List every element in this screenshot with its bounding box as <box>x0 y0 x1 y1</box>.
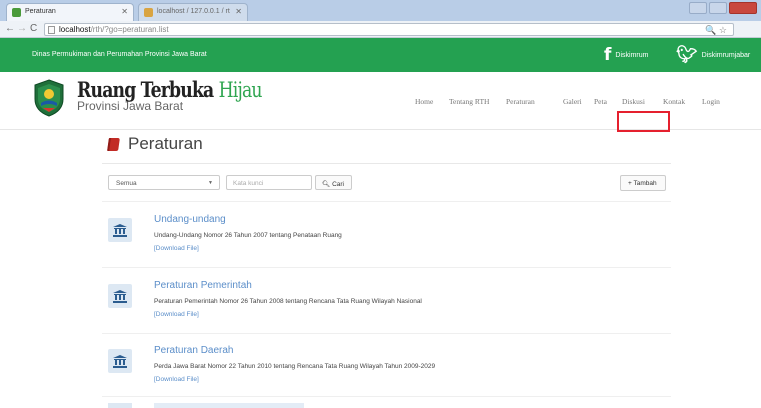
download-file-link[interactable]: [Download File] <box>154 376 199 383</box>
list-item: Peraturan Daerah Perda Jawa Barat Nomor … <box>102 339 671 401</box>
reload-icon[interactable]: C <box>30 23 37 35</box>
item-title-link[interactable]: Undang-undang <box>154 214 226 225</box>
window-controls <box>689 2 757 14</box>
item-title-link[interactable]: Peraturan Daerah <box>154 345 234 356</box>
brand-logo[interactable]: Ruang Terbuka Hijau Provinsi Jawa Barat <box>77 77 302 114</box>
list-divider <box>102 201 671 202</box>
book-icon <box>107 137 120 151</box>
add-button[interactable]: + Tambah <box>620 175 666 191</box>
browser-tab-strip: Peraturan ✕ localhost / 127.0.0.1 / rt ✕ <box>0 0 761 21</box>
search-button[interactable]: 🔍︎ Cari <box>315 175 352 190</box>
phpmyadmin-favicon-icon <box>144 8 153 17</box>
jawa-barat-emblem-icon[interactable] <box>33 79 65 117</box>
plus-icon: + <box>628 180 632 187</box>
facebook-link[interactable]: f Diskimrum <box>604 46 648 64</box>
forward-arrow-icon[interactable]: → <box>17 23 27 35</box>
nav-diskusi[interactable]: Diskusi <box>622 97 645 106</box>
nav-peta[interactable]: Peta <box>594 97 607 106</box>
url-host: localhost <box>59 25 91 34</box>
address-bar[interactable]: localhost/rth/?go=peraturan.list 🔍 ☆ <box>44 23 734 36</box>
item-description: Undang-Undang Nomor 26 Tahun 2007 tentan… <box>154 232 342 239</box>
institution-icon <box>108 349 132 373</box>
tab-label: localhost / 127.0.0.1 / rt <box>157 8 230 15</box>
back-arrow-icon[interactable]: ← <box>5 23 15 35</box>
site-favicon-icon <box>12 8 21 17</box>
page-icon <box>48 26 55 34</box>
item-description: Perda Jawa Barat Nomor 22 Tahun 2010 ten… <box>154 363 436 370</box>
brand-title-green: Hijau <box>218 78 263 102</box>
nav-galeri[interactable]: Galeri <box>563 97 582 106</box>
facebook-icon: f <box>604 45 612 65</box>
top-info-bar: Dinas Permukiman dan Perumahan Provinsi … <box>0 38 761 72</box>
page-title: Peraturan <box>128 134 203 153</box>
highlight-annotation-box <box>617 111 670 132</box>
item-title-link[interactable]: Peraturan Pemerintah <box>154 280 252 291</box>
download-file-link[interactable]: [Download File] <box>154 245 199 252</box>
close-tab-icon[interactable]: ✕ <box>235 7 242 16</box>
search-icon: 🔍︎ <box>322 181 331 188</box>
list-item: Peraturan Pemerintah Peraturan Pemerinta… <box>102 274 671 336</box>
nav-tentang-rth[interactable]: Tentang RTH <box>449 97 489 106</box>
keyword-input[interactable]: Kata kunci <box>226 175 312 190</box>
minimize-button[interactable] <box>689 2 707 14</box>
title-divider <box>102 163 671 164</box>
list-divider <box>102 267 671 268</box>
institution-icon <box>108 284 132 308</box>
nav-home[interactable]: Home <box>415 97 433 106</box>
list-divider <box>102 396 671 397</box>
caret-down-icon: ▼ <box>208 180 213 186</box>
category-select[interactable]: Semua ▼ <box>108 175 220 190</box>
list-item: Undang-undang Undang-Undang Nomor 26 Tah… <box>102 208 671 270</box>
zoom-star-icons[interactable]: 🔍 ☆ <box>705 25 727 36</box>
browser-tab-peraturan[interactable]: Peraturan ✕ <box>6 3 134 21</box>
browser-tab-phpmyadmin[interactable]: localhost / 127.0.0.1 / rt ✕ <box>138 3 248 21</box>
maximize-button[interactable] <box>709 2 727 14</box>
organization-name: Dinas Permukiman dan Perumahan Provinsi … <box>32 51 207 58</box>
twitter-link[interactable]: 🐦︎ Diskimrumjabar <box>676 46 750 64</box>
list-item-partial <box>102 401 671 408</box>
list-divider <box>102 333 671 334</box>
nav-peraturan[interactable]: Peraturan <box>506 97 535 106</box>
page-heading: Peraturan <box>107 134 203 154</box>
browser-toolbar: ← → C localhost/rth/?go=peraturan.list 🔍… <box>0 21 761 38</box>
download-file-link[interactable]: [Download File] <box>154 311 199 318</box>
nav-login[interactable]: Login <box>702 97 720 106</box>
brand-title: Ruang Terbuka Hijau <box>77 77 263 103</box>
institution-icon <box>108 218 132 242</box>
close-tab-icon[interactable]: ✕ <box>121 7 128 16</box>
item-description: Peraturan Pemerintah Nomor 26 Tahun 2008… <box>154 298 422 305</box>
item-title-placeholder <box>154 403 304 408</box>
tab-label: Peraturan <box>25 8 56 15</box>
close-window-button[interactable] <box>729 2 757 14</box>
twitter-bird-icon: 🐦︎ <box>676 45 698 65</box>
institution-icon <box>108 403 132 408</box>
nav-kontak[interactable]: Kontak <box>663 97 685 106</box>
url-path: /rth/?go=peraturan.list <box>90 25 169 34</box>
